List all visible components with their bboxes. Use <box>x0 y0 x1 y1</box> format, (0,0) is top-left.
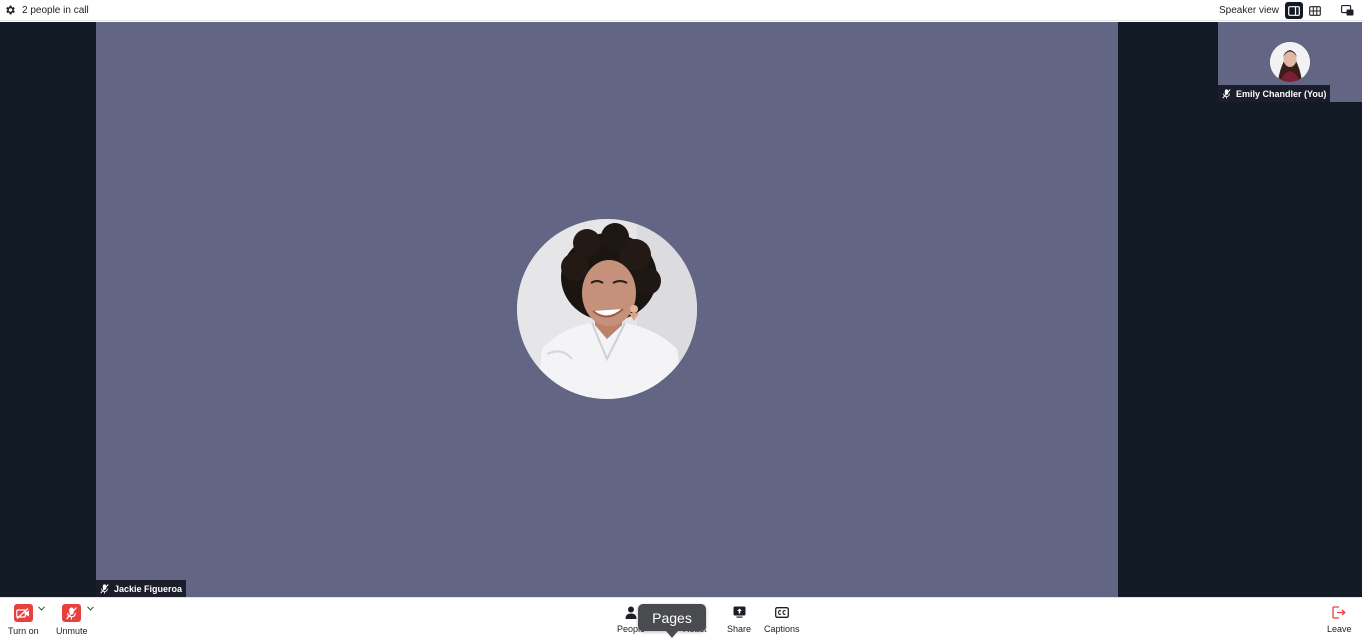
chevron-down-icon[interactable] <box>38 604 45 613</box>
leave-button-label: Leave <box>1327 624 1352 634</box>
participant-name: Jackie Figueroa <box>114 583 183 594</box>
video-call-window: 2 people in call Speaker view Jackie Fig… <box>0 0 1362 640</box>
tooltip-text: Pages <box>652 609 692 626</box>
grid-view-icon <box>1309 5 1321 16</box>
top-bar: 2 people in call Speaker view <box>0 0 1362 21</box>
captions-button[interactable]: Captions <box>764 604 800 634</box>
mic-off-icon <box>1222 88 1231 99</box>
main-participant-tile[interactable]: Jackie Figueroa <box>96 22 1118 597</box>
mic-off-icon <box>100 583 109 594</box>
share-button-label: Share <box>727 624 752 634</box>
popout-button[interactable] <box>1338 2 1356 19</box>
speaker-view-button[interactable] <box>1285 2 1303 19</box>
microphone-button-label: Unmute <box>56 626 88 636</box>
speaker-view-icon <box>1288 5 1300 16</box>
picture-in-picture-icon <box>1340 5 1353 16</box>
participant-count: 2 people in call <box>22 4 89 16</box>
participant-name-tag: Jackie Figueroa <box>96 580 187 597</box>
camera-button[interactable]: Turn on <box>8 604 39 636</box>
view-controls: Speaker view <box>1219 0 1356 21</box>
call-info: 2 people in call <box>0 4 89 16</box>
microphone-button[interactable]: Unmute <box>56 604 88 636</box>
video-stage: Jackie Figueroa Emily Chandler (You) <box>0 22 1362 597</box>
share-screen-icon <box>731 604 747 620</box>
pages-tooltip: Pages <box>638 604 706 638</box>
mic-off-icon <box>62 604 82 622</box>
tooltip-arrow <box>666 631 678 638</box>
captions-icon <box>774 604 790 620</box>
camera-button-label: Turn on <box>8 626 39 636</box>
leave-button[interactable]: Leave <box>1327 604 1352 634</box>
camera-off-icon <box>13 604 33 622</box>
participant-avatar <box>517 219 697 399</box>
captions-button-label: Captions <box>764 624 800 634</box>
gear-icon[interactable] <box>4 4 16 16</box>
person-icon <box>623 604 639 620</box>
self-view-tile[interactable]: Emily Chandler (You) <box>1218 22 1362 102</box>
share-button[interactable]: Share <box>727 604 751 634</box>
grid-view-button[interactable] <box>1306 2 1324 19</box>
chevron-down-icon[interactable] <box>87 604 94 613</box>
self-name: Emily Chandler (You) <box>1236 88 1327 99</box>
self-avatar <box>1270 42 1310 82</box>
self-name-tag: Emily Chandler (You) <box>1218 85 1331 102</box>
leave-icon <box>1331 604 1347 620</box>
view-mode-label: Speaker view <box>1218 5 1279 16</box>
